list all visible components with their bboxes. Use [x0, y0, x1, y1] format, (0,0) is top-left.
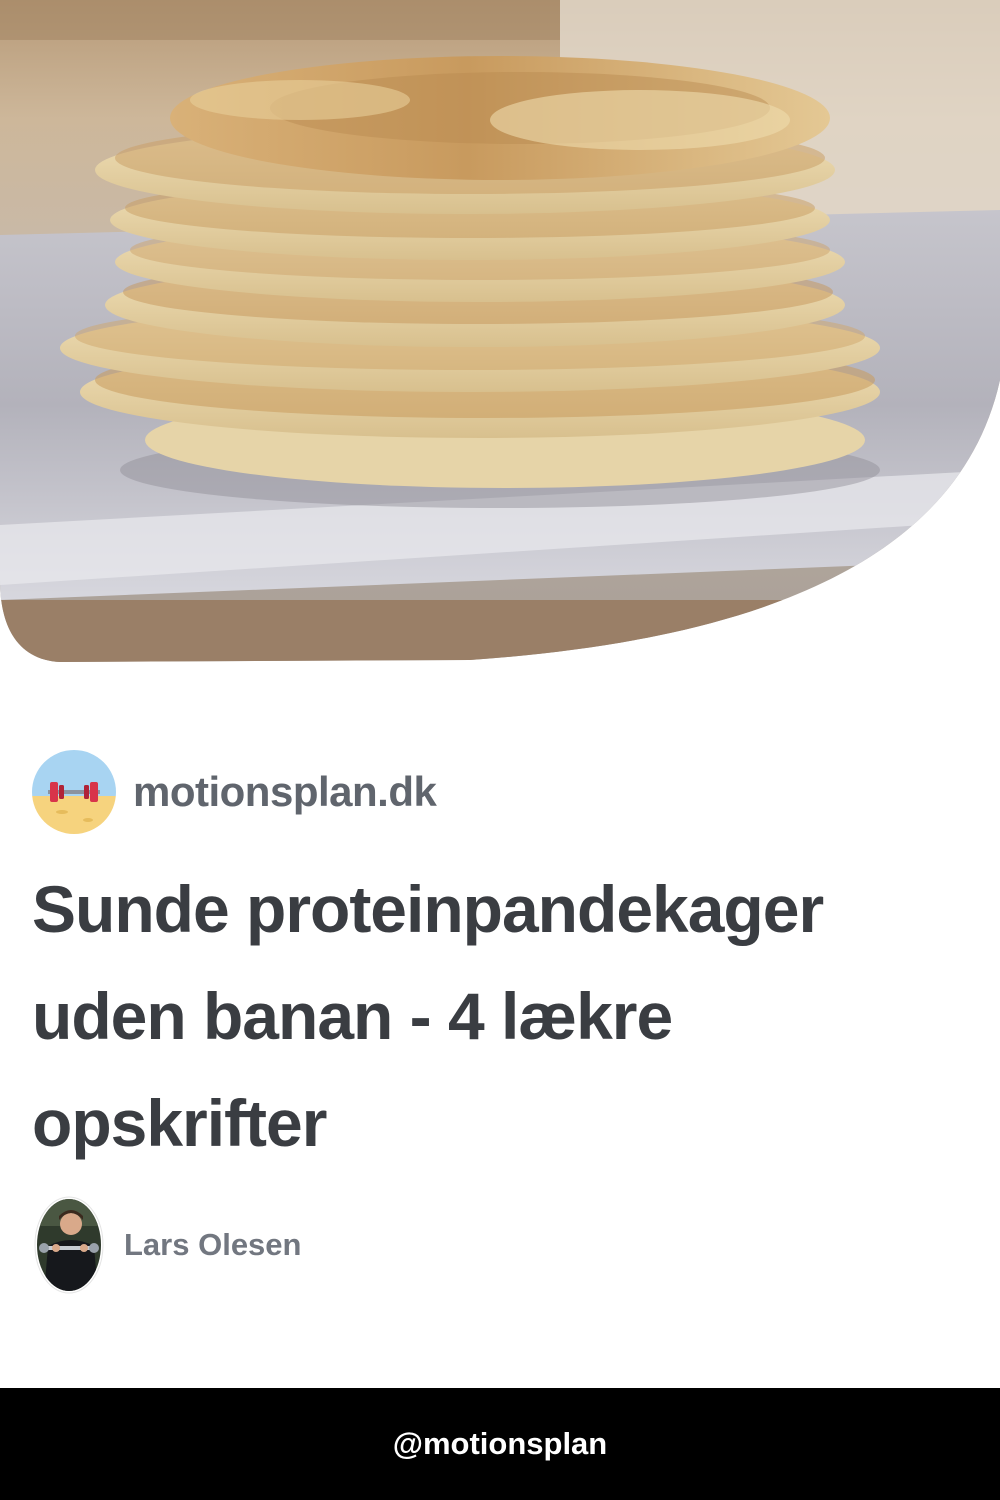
author-name[interactable]: Lars Olesen — [124, 1227, 301, 1263]
footer-bar: @motionsplan — [0, 1388, 1000, 1500]
social-handle[interactable]: @motionsplan — [393, 1426, 608, 1462]
author-row: Lars Olesen — [34, 1196, 301, 1294]
source-row: motionsplan.dk — [32, 750, 437, 834]
pancake-stack-photo — [0, 0, 1000, 662]
page-title[interactable]: Sunde proteinpandekager uden banan - 4 l… — [32, 856, 932, 1177]
hero-image — [0, 0, 1000, 662]
site-name[interactable]: motionsplan.dk — [133, 768, 437, 816]
dumbbell-beach-logo-icon[interactable] — [32, 750, 116, 834]
author-avatar[interactable] — [34, 1196, 104, 1294]
